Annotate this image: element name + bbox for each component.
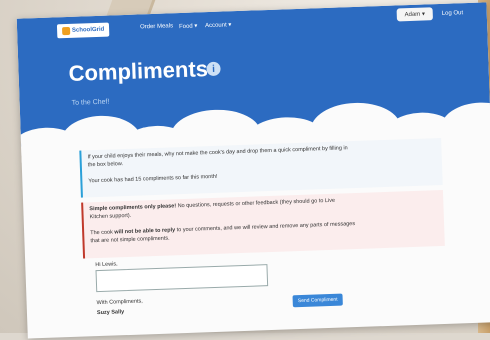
logout-link[interactable]: Log Out xyxy=(442,10,464,17)
greeting-label: Hi Lewis, xyxy=(95,261,118,269)
send-compliment-button[interactable]: Send Compliment xyxy=(292,293,343,308)
top-nav: SchoolGrid Order Meals Food ▾ Account ▾ … xyxy=(17,2,488,44)
cloud xyxy=(439,101,490,154)
sender-name: Suzy Sally xyxy=(96,309,125,317)
printed-screenshot: SchoolGrid Order Meals Food ▾ Account ▾ … xyxy=(0,0,490,339)
page-subtitle: To the Chef! xyxy=(71,98,110,107)
logo[interactable]: SchoolGrid xyxy=(56,22,110,39)
header-banner: SchoolGrid Order Meals Food ▾ Account ▾ … xyxy=(16,2,490,169)
signoff-label: With Compliments, xyxy=(96,298,143,307)
compliment-textarea[interactable] xyxy=(95,264,269,293)
page: SchoolGrid Order Meals Food ▾ Account ▾ … xyxy=(16,2,490,339)
nav-order-meals[interactable]: Order Meals xyxy=(140,23,173,30)
info-icon[interactable]: i xyxy=(206,61,221,77)
user-menu-button[interactable]: Adam ▾ xyxy=(396,7,433,22)
page-title: Compliments xyxy=(68,56,209,86)
nav-account[interactable]: Account ▾ xyxy=(205,21,232,29)
logo-icon xyxy=(61,26,71,36)
nav-food[interactable]: Food ▾ xyxy=(179,22,198,30)
warning-callout: Simple compliments only please! No quest… xyxy=(81,189,445,259)
